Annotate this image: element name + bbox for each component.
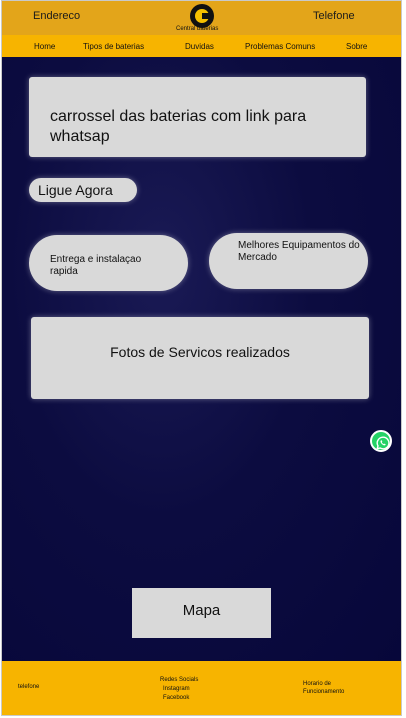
footer-phone[interactable]: telefone: [18, 683, 39, 692]
nav-item-tipos-de-baterias[interactable]: Tipos de baterias: [83, 42, 144, 51]
call-now-label: Ligue Agora: [38, 182, 113, 198]
footer: telefone Redes Socials Instagram Faceboo…: [2, 661, 401, 715]
nav-item-problemas-comuns[interactable]: Problemas Comuns: [245, 42, 315, 51]
nav-item-home[interactable]: Home: [34, 42, 55, 51]
feature-equipment: Melhores Equipamentos do Mercado: [209, 233, 368, 289]
footer-instagram-link[interactable]: Instagram: [163, 685, 190, 694]
footer-social-title: Redes Socials: [160, 677, 199, 683]
top-bar: Endereco Central baterias Telefone: [2, 1, 401, 35]
phone-link[interactable]: Telefone: [313, 10, 355, 22]
feature-equipment-text: Melhores Equipamentos do Mercado: [238, 240, 360, 263]
nav-item-duvidas[interactable]: Duvidas: [185, 42, 214, 51]
battery-carousel[interactable]: carrossel das baterias com link para wha…: [29, 77, 366, 157]
logo-text: Central baterias: [176, 26, 219, 32]
service-photos[interactable]: Fotos de Servicos realizados: [31, 317, 369, 399]
main-content: carrossel das baterias com link para wha…: [2, 57, 401, 661]
feature-delivery-text: Entrega e instalaçao rapida: [50, 254, 142, 277]
address-link[interactable]: Endereco: [33, 10, 80, 22]
carousel-text: carrossel das baterias com link para wha…: [50, 108, 307, 145]
footer-facebook-link[interactable]: Facebook: [163, 694, 189, 703]
nav-bar: Home Tipos de baterias Duvidas Problemas…: [2, 35, 401, 57]
whatsapp-icon[interactable]: [370, 430, 392, 452]
map-button[interactable]: Mapa: [132, 588, 271, 638]
feature-delivery: Entrega e instalaçao rapida: [29, 235, 188, 291]
logo-icon[interactable]: [190, 4, 214, 28]
footer-hours-line2: Funcionamento: [303, 689, 345, 695]
map-label: Mapa: [182, 602, 221, 619]
call-now-button[interactable]: Ligue Agora: [29, 178, 137, 202]
service-photos-text: Fotos de Servicos realizados: [110, 344, 290, 360]
nav-item-sobre[interactable]: Sobre: [346, 42, 367, 51]
page-frame: Endereco Central baterias Telefone Home …: [1, 0, 402, 716]
